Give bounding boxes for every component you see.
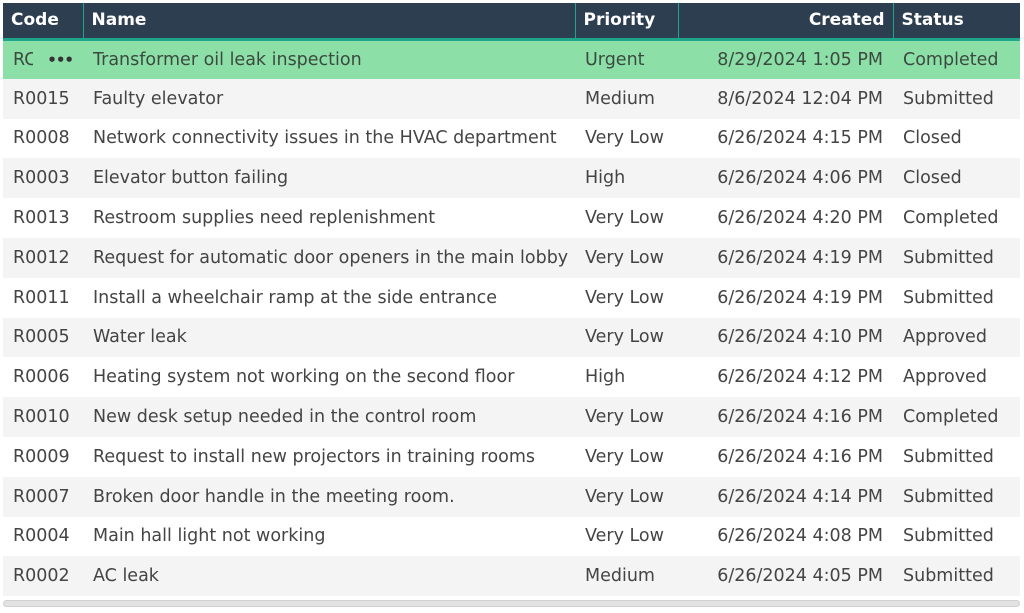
cell-priority: Very Low <box>585 208 664 229</box>
cell-priority: Urgent <box>585 49 645 70</box>
cell-status: Completed <box>903 49 999 70</box>
requests-table: Code Name Priority Created Status RC ••• T… <box>3 3 1020 597</box>
cell-name: Heating system not working on the second… <box>93 367 515 388</box>
column-header-name[interactable]: Name <box>83 3 576 39</box>
cell-status: Submitted <box>903 566 994 587</box>
cell-code: R0009 <box>13 446 70 467</box>
cell-code-text: RC <box>13 49 33 70</box>
cell-created: 6/26/2024 4:05 PM <box>717 566 883 587</box>
cell-status: Submitted <box>903 486 994 507</box>
cell-status: Closed <box>903 168 962 189</box>
cell-created: 6/26/2024 4:19 PM <box>717 247 883 268</box>
cell-created: 6/26/2024 4:06 PM <box>717 168 883 189</box>
cell-code: R0005 <box>13 327 70 348</box>
table-row-selected[interactable]: RC ••• Transformer oil leak inspection Urge… <box>3 39 1020 79</box>
cell-created: 6/26/2024 4:12 PM <box>717 367 883 388</box>
cell-status: Approved <box>903 327 987 348</box>
table-row[interactable]: R0006 Heating system not working on the s… <box>3 357 1020 398</box>
cell-priority: Very Low <box>585 486 664 507</box>
horizontal-scrollbar[interactable] <box>3 600 1020 607</box>
cell-status: Closed <box>903 128 962 149</box>
cell-name: Faulty elevator <box>93 88 224 109</box>
table-row[interactable]: R0015 Faulty elevator Medium 8/6/2024 12:04… <box>3 78 1020 119</box>
table-row[interactable]: R0009 Request to install new projectors i… <box>3 436 1020 477</box>
cell-status: Submitted <box>903 88 994 109</box>
more-horizontal-icon[interactable]: ••• <box>47 51 74 69</box>
cell-created: 6/26/2024 4:15 PM <box>717 128 883 149</box>
cell-priority: Very Low <box>585 128 664 149</box>
cell-priority: High <box>585 367 626 388</box>
table-row[interactable]: R0005 Water leak Very Low 6/26/2024 4:10 PM… <box>3 317 1020 358</box>
cell-priority: Very Low <box>585 247 664 268</box>
cell-priority: Very Low <box>585 526 664 547</box>
cell-code: R0012 <box>13 247 70 268</box>
cell-created: 6/26/2024 4:16 PM <box>717 446 883 467</box>
cell-status: Approved <box>903 367 987 388</box>
cell-name: Water leak <box>93 327 187 348</box>
table-row[interactable]: R0011 Install a wheelchair ramp at the si… <box>3 277 1020 318</box>
table-row[interactable]: R0007 Broken door handle in the meeting r… <box>3 476 1020 517</box>
table-row[interactable]: R0002 AC leak Medium 6/26/2024 4:05 PM Submi… <box>3 556 1020 597</box>
table-row[interactable]: R0008 Network connectivity issues in the … <box>3 118 1020 159</box>
cell-created: 6/26/2024 4:20 PM <box>717 208 883 229</box>
cell-code: R0004 <box>13 526 70 547</box>
cell-code: R0002 <box>13 566 70 587</box>
table-row[interactable]: R0003 Elevator button failing High 6/26/202… <box>3 158 1020 199</box>
cell-priority: Very Low <box>585 327 664 348</box>
cell-name: Install a wheelchair ramp at the side en… <box>93 287 497 308</box>
cell-priority: Medium <box>585 566 655 587</box>
table-body: RC ••• Transformer oil leak inspection Urge… <box>3 39 1020 597</box>
cell-name: Elevator button failing <box>93 168 289 189</box>
cell-created: 6/26/2024 4:10 PM <box>717 327 883 348</box>
table-row[interactable]: R0010 New desk setup needed in the contro… <box>3 397 1020 437</box>
cell-status: Completed <box>903 407 999 428</box>
table-row[interactable]: R0013 Restroom supplies need replenishmen… <box>3 198 1020 238</box>
cell-status: Submitted <box>903 526 994 547</box>
cell-created: 6/26/2024 4:16 PM <box>717 407 883 428</box>
cell-priority: High <box>585 168 626 189</box>
cell-code: R0013 <box>13 208 70 229</box>
cell-code: RC ••• <box>3 39 83 79</box>
cell-status: Submitted <box>903 247 994 268</box>
cell-created: 8/6/2024 12:04 PM <box>717 88 883 109</box>
cell-status: Completed <box>903 208 999 229</box>
cell-name: Request for automatic door openers in th… <box>93 247 569 268</box>
cell-code: R0010 <box>13 407 70 428</box>
cell-code: R0008 <box>13 128 70 149</box>
cell-status: Submitted <box>903 446 994 467</box>
column-header-code[interactable]: Code <box>3 3 84 39</box>
cell-created: 6/26/2024 4:08 PM <box>717 526 883 547</box>
cell-name: Network connectivity issues in the HVAC … <box>93 128 557 149</box>
cell-code: R0003 <box>13 168 70 189</box>
cell-name: Broken door handle in the meeting room. <box>93 486 455 507</box>
cell-priority: Very Low <box>585 407 664 428</box>
cell-status: Submitted <box>903 287 994 308</box>
cell-priority: Medium <box>585 88 655 109</box>
table-row[interactable]: R0012 Request for automatic door openers … <box>3 237 1020 278</box>
cell-code: R0007 <box>13 486 70 507</box>
cell-priority: Very Low <box>585 446 664 467</box>
cell-code: R0006 <box>13 367 70 388</box>
requests-grid: Code Name Priority Created Status RC ••• T… <box>3 3 1020 597</box>
cell-name: Restroom supplies need replenishment <box>93 208 436 229</box>
column-header-priority[interactable]: Priority <box>575 3 679 39</box>
table-row[interactable]: R0004 Main hall light not working Very Low… <box>3 516 1020 557</box>
cell-code: R0011 <box>13 287 70 308</box>
table-header-row: Code Name Priority Created Status <box>3 3 1020 39</box>
cell-created: 6/26/2024 4:14 PM <box>717 486 883 507</box>
column-header-status[interactable]: Status <box>893 3 1020 39</box>
cell-name: New desk setup needed in the control roo… <box>93 407 477 428</box>
cell-name: Request to install new projectors in tra… <box>93 446 536 467</box>
cell-code-wrap: RC ••• <box>13 49 74 70</box>
cell-created: 8/29/2024 1:05 PM <box>717 49 883 70</box>
cell-created: 6/26/2024 4:19 PM <box>717 287 883 308</box>
cell-name: Transformer oil leak inspection <box>93 49 362 70</box>
cell-name: AC leak <box>93 566 159 587</box>
cell-name: Main hall light not working <box>93 526 326 547</box>
cell-priority: Very Low <box>585 287 664 308</box>
cell-code: R0015 <box>13 88 70 109</box>
column-header-created[interactable]: Created <box>678 3 894 39</box>
